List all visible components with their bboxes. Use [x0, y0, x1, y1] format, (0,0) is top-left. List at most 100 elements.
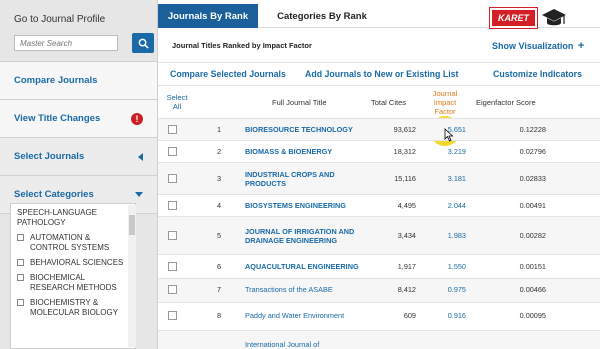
journal-title-link[interactable]: JOURNAL OF IRRIGATION AND DRAINAGE ENGIN…: [245, 227, 360, 245]
mouse-cursor-icon: [444, 128, 454, 142]
journal-title-link[interactable]: International Journal of: [245, 340, 375, 349]
category-scrollbar[interactable]: [128, 205, 136, 347]
eigenfactor-cell: 0.00491: [519, 201, 546, 210]
category-item[interactable]: BIOCHEMICAL RESEARCH METHODS: [17, 273, 129, 293]
rank-cell: 8: [217, 311, 222, 320]
customize-indicators-link[interactable]: Customize Indicators: [493, 69, 582, 79]
row-checkbox[interactable]: [168, 231, 177, 240]
impact-factor-link[interactable]: 0.975: [434, 285, 466, 294]
row-checkbox[interactable]: [168, 147, 177, 156]
category-label: BIOCHEMISTRY & MOLECULAR BIOLOGY: [30, 298, 119, 317]
category-checkbox[interactable]: [17, 274, 24, 281]
rank-cell: 5: [217, 231, 222, 240]
category-label: SPEECH-LANGUAGE PATHOLOGY: [17, 208, 98, 227]
eigenfactor-cell: 0.00466: [519, 285, 546, 294]
tab-categories-by-rank[interactable]: Categories By Rank: [266, 4, 378, 28]
impact-factor-link[interactable]: 2.044: [434, 201, 466, 210]
total-cites-cell: 3,434: [397, 231, 416, 240]
impact-factor-link[interactable]: 0.916: [434, 311, 466, 320]
journal-title-link[interactable]: AQUACULTURAL ENGINEERING: [245, 262, 375, 271]
journal-title-link[interactable]: Transactions of the ASABE: [245, 285, 365, 294]
add-journals-link[interactable]: Add Journals to New or Existing List: [305, 69, 458, 79]
table-row: [158, 330, 600, 349]
compare-journals-label: Compare Journals: [14, 75, 98, 86]
total-cites-cell: 18,312: [393, 147, 416, 156]
graduation-cap-icon: [542, 9, 566, 26]
rank-cell: 6: [217, 262, 222, 271]
search-button[interactable]: [132, 33, 154, 53]
select-categories-label: Select Categories: [14, 189, 94, 200]
category-item[interactable]: SPEECH-LANGUAGE PATHOLOGY: [17, 208, 129, 228]
compare-selected-link[interactable]: Compare Selected Journals: [170, 69, 286, 79]
compare-journals-link[interactable]: Compare Journals: [0, 62, 157, 100]
chevron-down-icon: [135, 192, 143, 197]
rank-cell: 3: [217, 174, 222, 183]
show-visualization-button[interactable]: Show Visualization +: [492, 40, 584, 52]
total-cites-cell: 1,917: [397, 262, 416, 271]
category-label: BIOCHEMICAL RESEARCH METHODS: [30, 273, 117, 292]
logo-text: KARET: [490, 8, 537, 28]
category-label: BEHAVIORAL SCIENCES: [30, 258, 124, 267]
chevron-left-icon: [138, 152, 143, 161]
eigenfactor-cell: 0.00151: [519, 262, 546, 271]
rank-cell: 4: [217, 201, 222, 210]
tab-journals-by-rank[interactable]: Journals By Rank: [158, 4, 258, 28]
eigenfactor-cell: 0.00095: [519, 311, 546, 320]
journal-title-link[interactable]: BIORESOURCE TECHNOLOGY: [245, 125, 365, 134]
select-journals-label: Select Journals: [14, 151, 85, 162]
show-visualization-label: Show Visualization: [492, 41, 574, 51]
title-column-header[interactable]: Full Journal Title: [272, 86, 327, 118]
eigenfactor-cell: 0.00282: [519, 231, 546, 240]
jif-header-label: Journal Impact Factor: [432, 88, 458, 116]
row-checkbox[interactable]: [168, 262, 177, 271]
category-checkbox[interactable]: [17, 234, 24, 241]
view-title-changes-label: View Title Changes: [14, 113, 101, 124]
category-item[interactable]: AUTOMATION & CONTROL SYSTEMS: [17, 233, 129, 253]
category-checkbox[interactable]: [17, 259, 24, 266]
row-checkbox[interactable]: [168, 125, 177, 134]
total-cites-cell: 8,412: [397, 285, 416, 294]
jif-column-header[interactable]: Journal Impact Factor: [425, 86, 465, 118]
scrollbar-thumb[interactable]: [129, 215, 135, 235]
row-checkbox[interactable]: [168, 201, 177, 210]
journal-profile-title: Go to Journal Profile: [14, 14, 106, 25]
total-cites-cell: 609: [403, 311, 416, 320]
ranking-subtitle: Journal Titles Ranked by Impact Factor: [172, 41, 312, 50]
plus-icon: +: [577, 40, 585, 52]
rank-cell: 7: [217, 285, 222, 294]
eigenfactor-cell: 0.02833: [519, 174, 546, 183]
journal-profile-section: Go to Journal Profile: [0, 0, 157, 62]
category-label: AUTOMATION & CONTROL SYSTEMS: [30, 233, 110, 252]
rank-cell: 1: [217, 125, 222, 134]
total-cites-column-header[interactable]: Total Cites: [371, 86, 406, 118]
journal-title-link[interactable]: Paddy and Water Environment: [245, 311, 375, 320]
row-checkbox[interactable]: [168, 311, 177, 320]
rank-cell: 2: [217, 147, 222, 156]
row-checkbox[interactable]: [168, 174, 177, 183]
select-journals-toggle[interactable]: Select Journals: [0, 138, 157, 176]
impact-factor-link[interactable]: 3.181: [434, 174, 466, 183]
search-icon: [138, 38, 149, 49]
impact-factor-link[interactable]: 1.550: [434, 262, 466, 271]
category-item[interactable]: BEHAVIORAL SCIENCES: [17, 258, 129, 268]
total-cites-cell: 93,612: [393, 125, 416, 134]
total-cites-cell: 4,495: [397, 201, 416, 210]
impact-factor-link[interactable]: 3.219: [434, 147, 466, 156]
alert-icon: !: [131, 112, 143, 125]
eigenfactor-column-header[interactable]: Eigenfactor Score: [476, 86, 536, 118]
journal-title-link[interactable]: BIOSYSTEMS ENGINEERING: [245, 201, 365, 210]
impact-factor-link[interactable]: 1.983: [434, 231, 466, 240]
view-title-changes-link[interactable]: View Title Changes !: [0, 100, 157, 138]
category-checkbox[interactable]: [17, 299, 24, 306]
select-all-header[interactable]: Select All: [164, 86, 190, 118]
category-list: SPEECH-LANGUAGE PATHOLOGY AUTOMATION & C…: [10, 203, 136, 349]
journal-title-link[interactable]: BIOMASS & BIOENERGY: [245, 147, 365, 156]
journal-title-link[interactable]: INDUSTRIAL CROPS AND PRODUCTS: [245, 170, 345, 188]
total-cites-cell: 15,116: [394, 174, 416, 183]
brand-logo: KARET: [490, 4, 590, 32]
row-checkbox[interactable]: [168, 285, 177, 294]
category-item[interactable]: BIOCHEMISTRY & MOLECULAR BIOLOGY: [17, 298, 129, 318]
table-toolbar: Compare Selected Journals Add Journals t…: [158, 62, 600, 86]
eigenfactor-cell: 0.02796: [519, 147, 546, 156]
master-search-input[interactable]: [14, 35, 118, 51]
